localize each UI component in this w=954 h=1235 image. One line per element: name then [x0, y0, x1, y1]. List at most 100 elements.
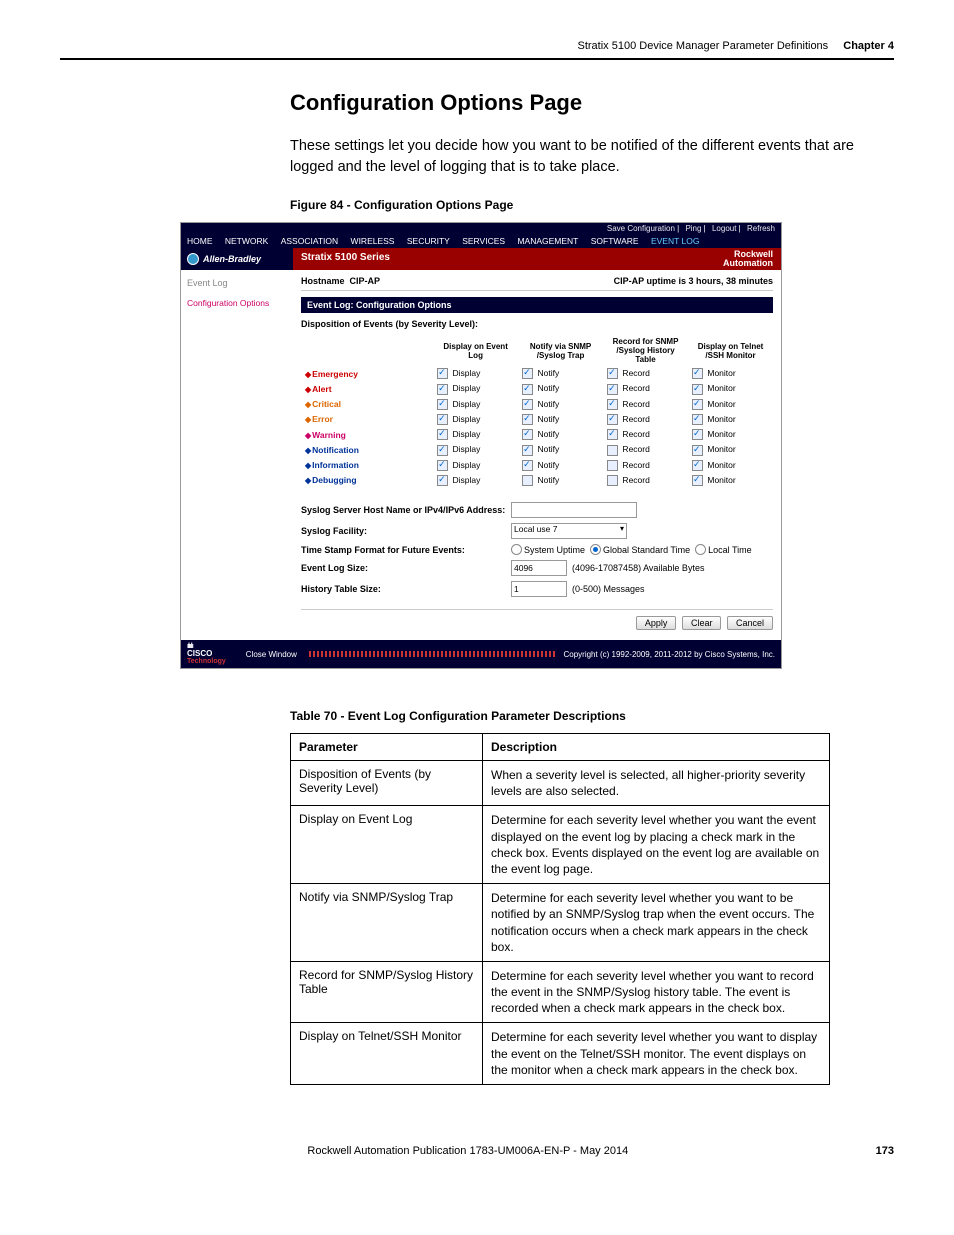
severity-row: ◆Emergency Display Notify Record Monitor [301, 366, 773, 381]
checkbox-display[interactable] [437, 475, 448, 486]
severity-name: ◆Alert [301, 381, 433, 396]
param-row: Record for SNMP/Syslog History TableDete… [291, 961, 830, 1023]
radio-system-uptime[interactable] [511, 544, 522, 555]
brand-left: Allen-Bradley [181, 248, 293, 270]
clear-button[interactable]: Clear [682, 616, 722, 630]
uptime-text: CIP-AP uptime is 3 hours, 38 minutes [614, 276, 773, 286]
severity-row: ◆Alert Display Notify Record Monitor [301, 381, 773, 396]
param-row: Display on Event LogDetermine for each s… [291, 806, 830, 884]
checkbox-notify[interactable] [522, 429, 533, 440]
radio-local-time-label: Local Time [708, 545, 752, 555]
checkbox-notify[interactable] [522, 399, 533, 410]
checkbox-monitor[interactable] [692, 429, 703, 440]
figure-caption: Figure 84 - Configuration Options Page [290, 198, 894, 212]
page-number: 173 [876, 1145, 894, 1157]
hist-label: History Table Size: [301, 584, 511, 594]
menu-security[interactable]: SECURITY [407, 236, 450, 246]
menu-wireless[interactable]: WIRELESS [351, 236, 395, 246]
param-name: Record for SNMP/Syslog History Table [291, 961, 483, 1023]
checkbox-record[interactable] [607, 475, 618, 486]
severity-name: ◆Error [301, 412, 433, 427]
checkbox-monitor[interactable] [692, 460, 703, 471]
elsize-input[interactable] [511, 560, 567, 576]
checkbox-notify[interactable] [522, 475, 533, 486]
checkbox-notify[interactable] [522, 414, 533, 425]
menu-network[interactable]: NETWORK [225, 236, 268, 246]
checkbox-record[interactable] [607, 384, 618, 395]
checkbox-monitor[interactable] [692, 368, 703, 379]
checkbox-record[interactable] [607, 414, 618, 425]
facility-select[interactable]: Local use 7 [511, 523, 627, 539]
checkbox-display[interactable] [437, 384, 448, 395]
menu-management[interactable]: MANAGEMENT [517, 236, 578, 246]
col-notify: Notify via SNMP /Syslog Trap [518, 335, 603, 366]
cisco-logo: ılıılı CISCO Technology [187, 643, 226, 665]
severity-name: ◆Critical [301, 397, 433, 412]
checkbox-record[interactable] [607, 399, 618, 410]
checkbox-record[interactable] [607, 445, 618, 456]
page-footer: Rockwell Automation Publication 1783-UM0… [60, 1145, 894, 1157]
menu-home[interactable]: HOME [187, 236, 213, 246]
cancel-button[interactable]: Cancel [727, 616, 773, 630]
checkbox-display[interactable] [437, 429, 448, 440]
publication-text: Rockwell Automation Publication 1783-UM0… [307, 1145, 628, 1157]
section-title: Configuration Options Page [290, 90, 894, 116]
checkbox-monitor[interactable] [692, 384, 703, 395]
param-desc: Determine for each severity level whethe… [483, 884, 830, 962]
checkbox-record[interactable] [607, 429, 618, 440]
checkbox-notify[interactable] [522, 384, 533, 395]
severity-table: Display on Event Log Notify via SNMP /Sy… [301, 335, 773, 488]
checkbox-monitor[interactable] [692, 399, 703, 410]
checkbox-monitor[interactable] [692, 445, 703, 456]
brand-right: Rockwell Automation [715, 248, 781, 270]
menu-association[interactable]: ASSOCIATION [281, 236, 338, 246]
param-h2: Description [483, 734, 830, 761]
hist-input[interactable] [511, 581, 567, 597]
radio-local-time[interactable] [695, 544, 706, 555]
brand-right2: Automation [723, 259, 773, 268]
checkbox-record[interactable] [607, 460, 618, 471]
menu-software[interactable]: SOFTWARE [591, 236, 639, 246]
checkbox-display[interactable] [437, 414, 448, 425]
severity-name: ◆Emergency [301, 366, 433, 381]
brand-mid: Stratix 5100 Series [293, 248, 715, 270]
syslog-host-label: Syslog Server Host Name or IPv4/IPv6 Add… [301, 505, 511, 515]
side-eventlog[interactable]: Event Log [187, 278, 287, 288]
close-window-link[interactable]: Close Window [246, 650, 297, 659]
checkbox-notify[interactable] [522, 445, 533, 456]
apply-button[interactable]: Apply [636, 616, 677, 630]
hostname-label: Hostname [301, 276, 345, 286]
link-save-config[interactable]: Save Configuration [607, 224, 675, 233]
ui-footer: ılıılı CISCO Technology Close Window Cop… [181, 640, 781, 668]
hist-range: (0-500) Messages [572, 584, 645, 594]
checkbox-notify[interactable] [522, 368, 533, 379]
severity-row: ◆Information Display Notify Record Monit… [301, 458, 773, 473]
checkbox-notify[interactable] [522, 460, 533, 471]
config-ui: Save Configuration | Ping | Logout | Ref… [180, 222, 782, 669]
elsize-range: (4096-17087458) Available Bytes [572, 563, 704, 573]
checkbox-display[interactable] [437, 368, 448, 379]
checkbox-display[interactable] [437, 399, 448, 410]
checkbox-monitor[interactable] [692, 414, 703, 425]
severity-name: ◆Warning [301, 427, 433, 442]
radio-global-time-label: Global Standard Time [603, 545, 690, 555]
doc-section: Stratix 5100 Device Manager Parameter De… [578, 40, 829, 52]
menu-services[interactable]: SERVICES [462, 236, 505, 246]
severity-row: ◆Notification Display Notify Record Moni… [301, 442, 773, 457]
link-ping[interactable]: Ping [685, 224, 701, 233]
param-name: Disposition of Events (by Severity Level… [291, 761, 483, 806]
link-refresh[interactable]: Refresh [747, 224, 775, 233]
checkbox-display[interactable] [437, 445, 448, 456]
checkbox-monitor[interactable] [692, 475, 703, 486]
link-logout[interactable]: Logout [712, 224, 736, 233]
chapter-label: Chapter 4 [843, 40, 894, 52]
checkbox-display[interactable] [437, 460, 448, 471]
hostname-value: CIP-AP [350, 276, 381, 286]
footer-stripe [309, 651, 558, 657]
side-config-options[interactable]: Configuration Options [187, 298, 287, 308]
checkbox-record[interactable] [607, 368, 618, 379]
radio-global-time[interactable] [590, 544, 601, 555]
menu-eventlog[interactable]: EVENT LOG [651, 236, 700, 246]
top-link-bar: Save Configuration | Ping | Logout | Ref… [181, 223, 781, 234]
syslog-host-input[interactable] [511, 502, 637, 518]
